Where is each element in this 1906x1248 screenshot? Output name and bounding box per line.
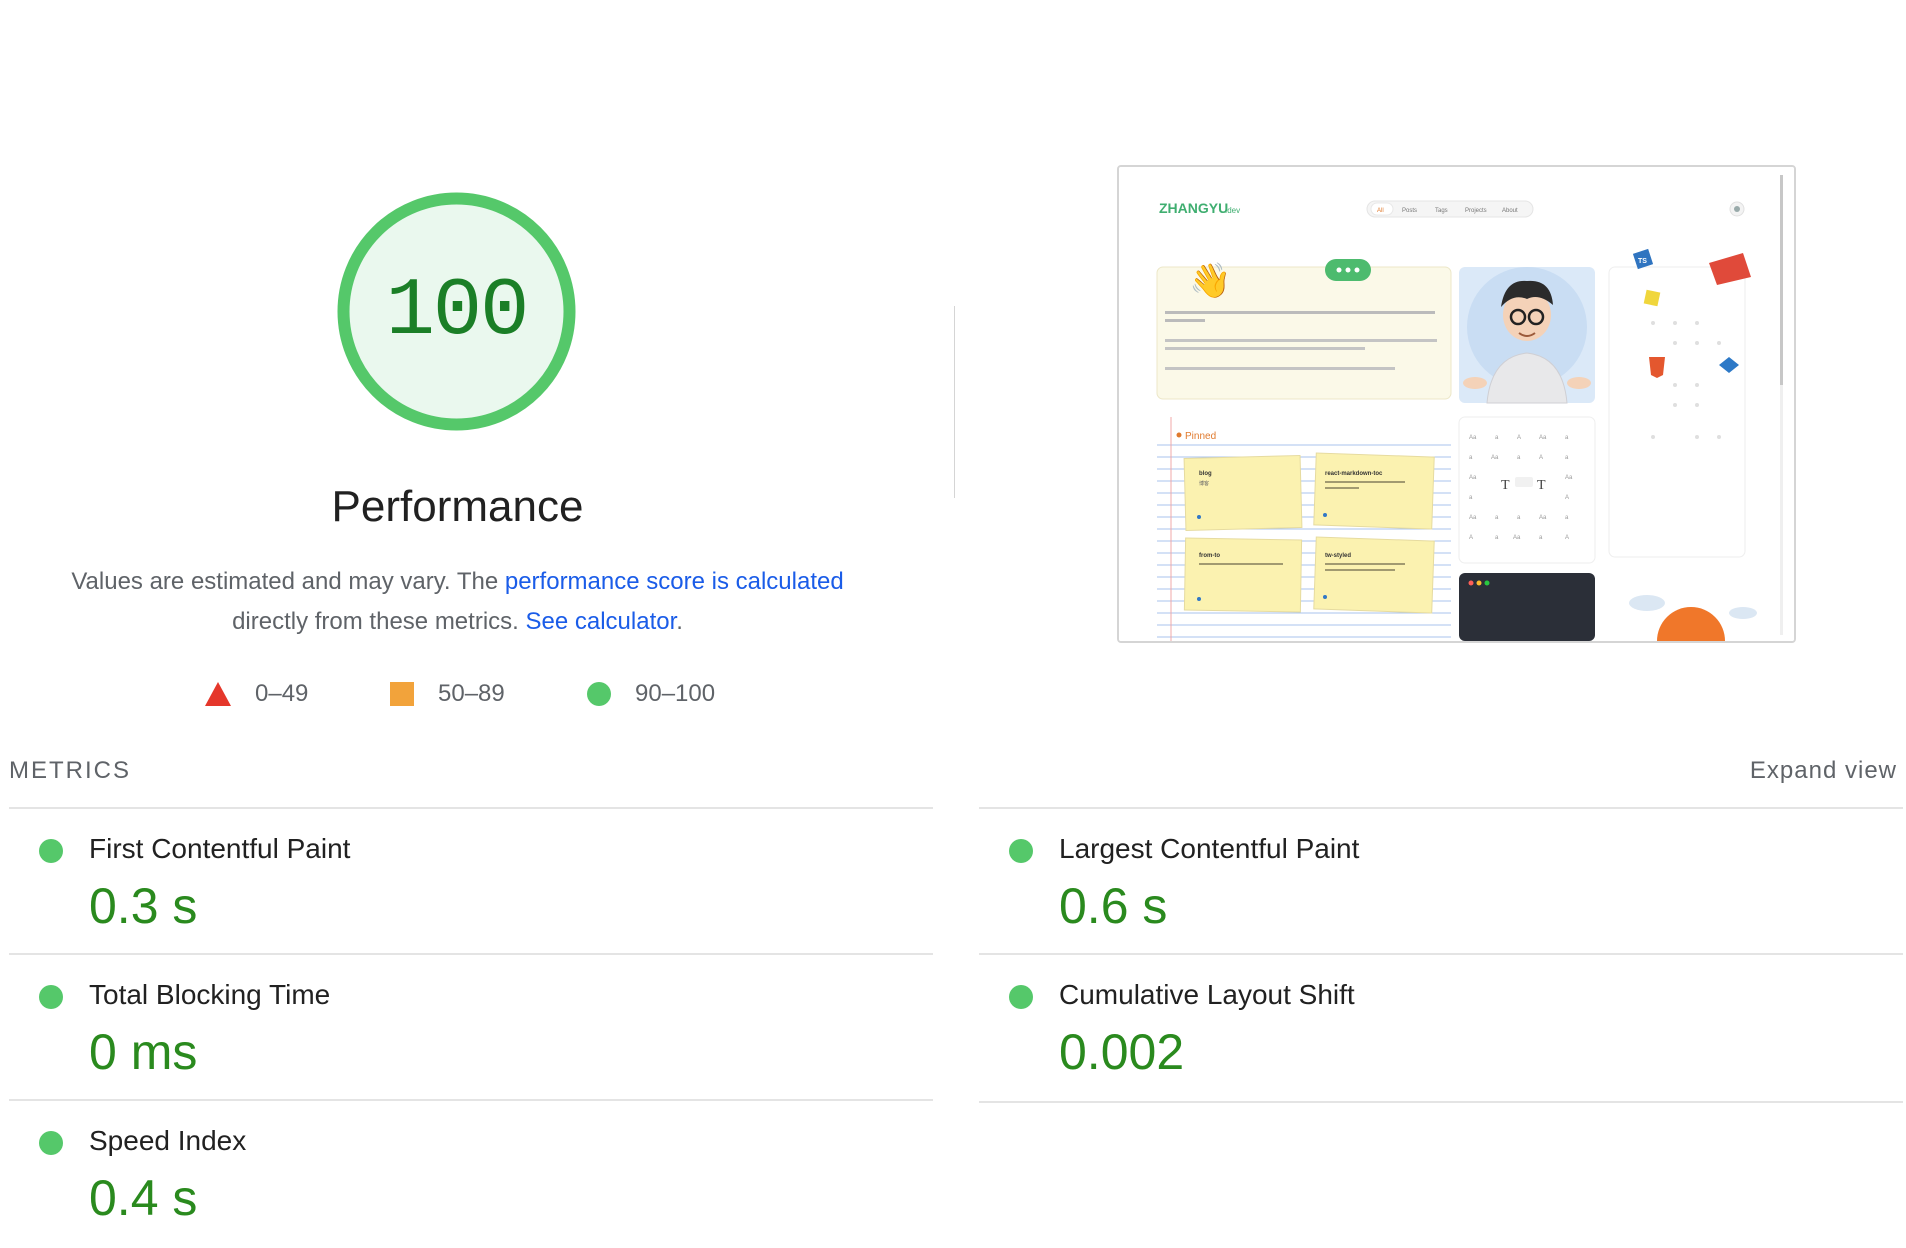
- pass-circle-icon: [1009, 985, 1033, 1009]
- svg-text:tw-styled: tw-styled: [1325, 553, 1351, 559]
- metric-name: Speed Index: [89, 1125, 247, 1156]
- gauge-score: 100: [385, 265, 530, 358]
- pinned-card: react-markdown-toc: [1313, 452, 1435, 530]
- svg-text:A: A: [1565, 495, 1569, 501]
- metric-cls: Cumulative Layout Shift 0.002: [979, 953, 1903, 1103]
- pass-circle-icon: [39, 839, 63, 863]
- metric-speed-index: Speed Index 0.4 s: [9, 1099, 933, 1247]
- legend-pass: 90–100: [587, 680, 715, 708]
- svg-text:Aa: Aa: [1539, 435, 1547, 441]
- scrollbar-thumb: [1780, 175, 1783, 385]
- svg-text:A: A: [1517, 435, 1521, 441]
- desc-text: Values are estimated and may vary. The: [71, 568, 505, 595]
- metric-name: Total Blocking Time: [89, 979, 331, 1010]
- svg-text:Aa: Aa: [1469, 475, 1477, 481]
- legend-pass-label: 90–100: [635, 680, 716, 707]
- gauge-description: Values are estimated and may vary. The p…: [45, 562, 870, 642]
- nav-item: Tags: [1435, 208, 1448, 214]
- svg-text:blog: blog: [1199, 471, 1212, 477]
- metrics-title: METRICS: [9, 757, 131, 784]
- svg-text:A: A: [1565, 535, 1569, 541]
- pass-circle-icon: [39, 1131, 63, 1155]
- svg-text:Aa: Aa: [1513, 535, 1521, 541]
- svg-text:A: A: [1469, 535, 1473, 541]
- metric-lcp: Largest Contentful Paint 0.6 s: [979, 807, 1903, 955]
- pinned-label: Pinned: [1185, 431, 1216, 442]
- pass-circle-icon: [39, 985, 63, 1009]
- metric-name: Cumulative Layout Shift: [1059, 979, 1355, 1010]
- skills-card: [1608, 266, 1746, 558]
- svg-text:T: T: [1537, 478, 1546, 493]
- metric-name: Largest Contentful Paint: [1059, 833, 1360, 864]
- html5-icon: [1649, 357, 1665, 378]
- pinned-card: blog 博客: [1183, 454, 1303, 532]
- legend-average-label: 50–89: [438, 680, 505, 707]
- vertical-divider: [954, 306, 955, 498]
- pinned-card: tw-styled: [1313, 536, 1435, 614]
- nav-item: Projects: [1465, 208, 1487, 214]
- pass-circle-icon: [1009, 839, 1033, 863]
- legend-fail-label: 0–49: [255, 680, 309, 707]
- metric-value: 0.3 s: [89, 878, 198, 934]
- red-triangle-icon: [205, 682, 231, 706]
- legend-fail: 0–49: [205, 680, 308, 708]
- svg-text:Aa: Aa: [1565, 475, 1573, 481]
- desc-text: directly from these metrics.: [232, 608, 526, 635]
- typography-card: [1458, 416, 1596, 564]
- nav-item: Posts: [1402, 208, 1417, 214]
- final-screenshot-thumbnail[interactable]: ZHANGYU .dev All Posts Tags Projects Abo…: [1117, 165, 1796, 643]
- waving-hand-icon: 👋: [1189, 262, 1231, 301]
- svg-text:博客: 博客: [1199, 480, 1209, 487]
- legend-average: 50–89: [390, 680, 505, 708]
- svg-text:Aa: Aa: [1491, 455, 1499, 461]
- performance-score-link[interactable]: performance score is calculated: [505, 568, 844, 595]
- see-calculator-link[interactable]: See calculator: [525, 608, 676, 635]
- svg-text:from-to: from-to: [1199, 553, 1220, 559]
- metrics-header: METRICS Expand view: [9, 757, 1897, 787]
- javascript-icon: [1643, 289, 1661, 307]
- svg-text:Aa: Aa: [1469, 515, 1477, 521]
- metric-value: 0.6 s: [1059, 878, 1168, 934]
- page-preview: ZHANGYU .dev All Posts Tags Projects Abo…: [1119, 167, 1794, 641]
- expand-view-toggle[interactable]: Expand view: [1750, 757, 1897, 785]
- orange-square-icon: [390, 682, 414, 706]
- metric-tbt: Total Blocking Time 0 ms: [9, 953, 933, 1101]
- gauge-title: Performance: [331, 482, 584, 531]
- metric-fcp: First Contentful Paint 0.3 s: [9, 807, 933, 955]
- nav-item: About: [1502, 208, 1518, 214]
- nav-item: All: [1377, 208, 1384, 214]
- text-icon: T: [1501, 478, 1510, 493]
- metric-value: 0 ms: [89, 1024, 198, 1080]
- svg-text:A: A: [1539, 455, 1543, 461]
- metric-value: 0.002: [1059, 1024, 1185, 1080]
- svg-text:TS: TS: [1638, 258, 1647, 265]
- pinned-card: from-to: [1183, 537, 1303, 613]
- site-logo-suffix: .dev: [1225, 206, 1240, 215]
- svg-text:react-markdown-toc: react-markdown-toc: [1325, 471, 1383, 477]
- metric-value: 0.4 s: [89, 1170, 198, 1226]
- metric-name: First Contentful Paint: [89, 833, 351, 864]
- green-circle-icon: [587, 682, 611, 706]
- svg-text:Aa: Aa: [1539, 515, 1547, 521]
- performance-gauge: 100: [335, 190, 578, 433]
- svg-text:Aa: Aa: [1469, 435, 1477, 441]
- desc-text: .: [676, 608, 683, 635]
- pin-icon: [1176, 432, 1182, 438]
- site-logo: ZHANGYU: [1159, 200, 1228, 216]
